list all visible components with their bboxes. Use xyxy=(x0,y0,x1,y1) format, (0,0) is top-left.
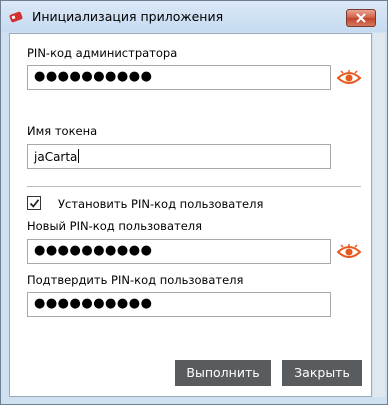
confirm-user-pin-input[interactable]: ●●●●●●●●●● xyxy=(27,292,331,317)
confirm-user-pin-label: Подтвердить PIN-код пользователя xyxy=(27,273,244,287)
token-name-label: Имя токена xyxy=(27,124,98,138)
checkmark-icon xyxy=(29,199,40,208)
new-user-pin-input[interactable]: ●●●●●●●●●● xyxy=(27,239,331,264)
side-strip xyxy=(373,33,385,397)
show-admin-pin-eye-icon[interactable] xyxy=(336,70,362,86)
title-bar[interactable]: Инициализация приложения xyxy=(1,1,387,32)
admin-pin-label: PIN-код администратора xyxy=(27,46,178,60)
window-title: Инициализация приложения xyxy=(32,9,224,24)
token-name-value: jaCarta xyxy=(34,150,78,164)
execute-button[interactable]: Выполнить xyxy=(175,360,271,386)
separator xyxy=(27,186,361,187)
new-user-pin-label: Новый PIN-код пользователя xyxy=(27,219,203,233)
token-name-input[interactable]: jaCarta xyxy=(27,144,331,169)
set-user-pin-checkbox[interactable] xyxy=(27,196,41,210)
token-icon xyxy=(9,9,25,23)
show-new-user-pin-eye-icon[interactable] xyxy=(336,244,362,260)
set-user-pin-label[interactable]: Установить PIN-код пользователя xyxy=(58,197,263,211)
text-caret xyxy=(78,149,80,163)
admin-pin-input[interactable]: ●●●●●●●●●● xyxy=(27,65,331,90)
close-icon xyxy=(356,13,366,23)
close-button[interactable]: Закрыть xyxy=(282,360,362,386)
window-close-button[interactable] xyxy=(346,9,376,27)
dialog-window: Инициализация приложения PIN-код админис… xyxy=(0,0,388,405)
